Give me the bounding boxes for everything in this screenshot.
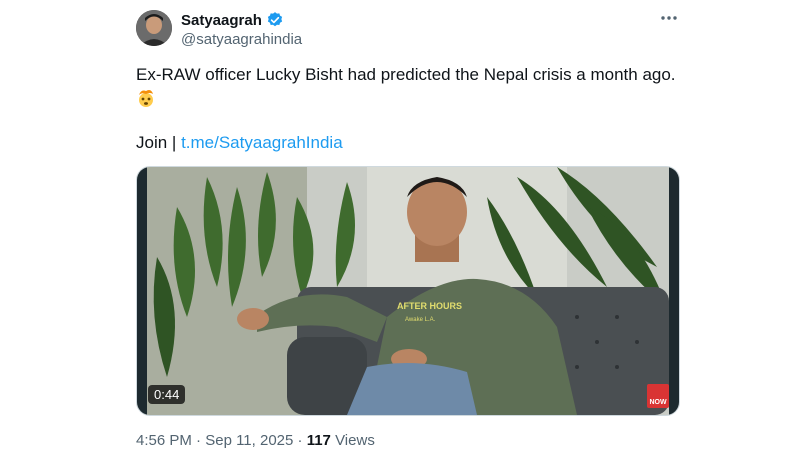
views-label: Views (330, 432, 375, 449)
author-handle[interactable]: @satyaagrahindia (181, 31, 302, 48)
tweet-date[interactable]: Sep 11, 2025 (205, 432, 293, 449)
tweet-text: Ex-RAW officer Lucky Bisht had predicted… (136, 65, 676, 84)
video-duration-badge: 0:44 (148, 385, 186, 404)
video-player[interactable]: AFTER HOURS Awake L.A. (136, 166, 680, 416)
telegram-link[interactable]: t.me/SatyaagrahIndia (181, 133, 343, 152)
more-options-icon[interactable] (658, 8, 680, 28)
author-display-name[interactable]: Satyaagrah (181, 12, 262, 29)
meta-separator: · (191, 432, 206, 449)
join-prefix: Join | (136, 133, 182, 152)
exploding-head-emoji-icon (136, 88, 156, 108)
tweet-card: Satyaagrah @satyaagrahindia Ex-RAW offic… (0, 0, 800, 450)
author-name-row: Satyaagrah (181, 10, 284, 30)
tweet-meta: 4:56 PM · Sep 11, 2025 · 117 Views (136, 432, 375, 449)
views-count[interactable]: 117 (307, 432, 331, 449)
author-avatar[interactable] (136, 10, 172, 46)
channel-logo: NOW (647, 384, 669, 408)
hoodie-print-line1: AFTER HOURS (397, 301, 462, 311)
join-line: Join | t.me/SatyaagrahIndia (136, 132, 343, 154)
hoodie-print-line2: Awake L.A. (405, 317, 436, 323)
tweet-time[interactable]: 4:56 PM (136, 432, 192, 449)
verified-badge-icon (266, 11, 284, 29)
meta-separator: · (293, 432, 307, 449)
